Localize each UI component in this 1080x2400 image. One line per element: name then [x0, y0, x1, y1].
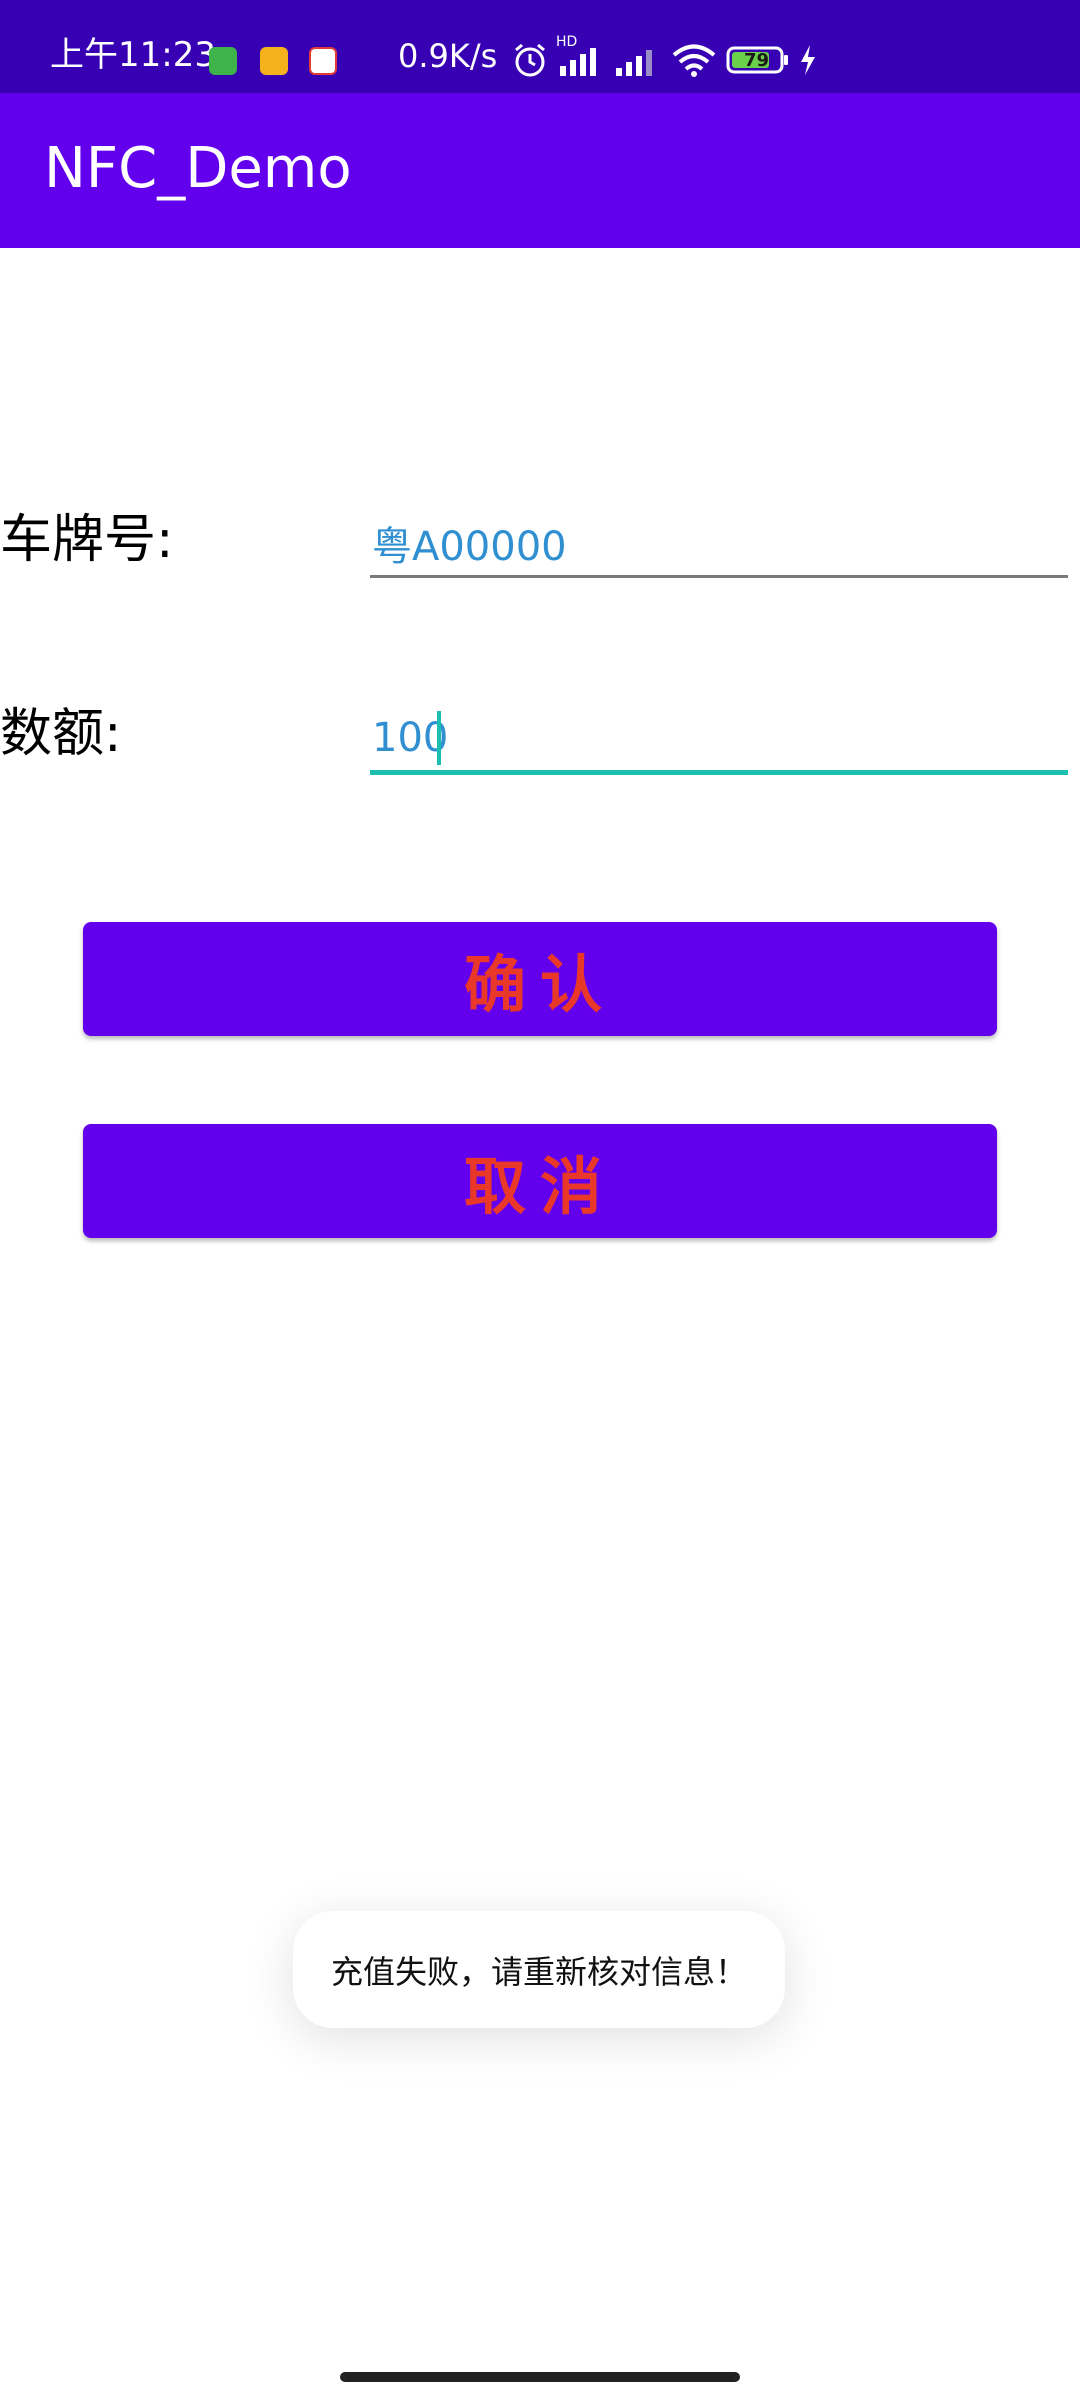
app-news-icon: [309, 47, 337, 75]
network-speed: 0.9K/s: [398, 37, 498, 75]
cancel-button[interactable]: 取消: [83, 1124, 997, 1238]
plate-underline: [370, 575, 1068, 578]
battery-icon: 79: [726, 45, 790, 75]
wifi-icon: [670, 42, 718, 78]
hd-tag: HD: [556, 34, 578, 50]
app-yellow-icon: [260, 47, 288, 75]
app-title: NFC_Demo: [44, 136, 352, 201]
app-bar: NFC_Demo: [0, 93, 1080, 248]
home-indicator[interactable]: [340, 2372, 740, 2382]
amount-underline: [370, 770, 1068, 775]
plate-label: 车牌号:: [0, 510, 174, 570]
amount-label: 数额:: [0, 704, 122, 764]
status-icons: HD 79: [512, 34, 818, 80]
plate-input[interactable]: [370, 508, 1072, 578]
text-cursor: [437, 711, 441, 765]
confirm-button[interactable]: 确认: [83, 922, 997, 1036]
toast-message: 充值失败，请重新核对信息！: [293, 1911, 785, 2028]
app-green-icon: [209, 47, 237, 75]
toast-text: 充值失败，请重新核对信息！: [330, 1952, 747, 1991]
battery-level: 79: [744, 50, 770, 71]
charging-icon: [798, 43, 818, 77]
amount-input[interactable]: [370, 703, 1072, 773]
signal-icon: HD: [556, 34, 606, 78]
alarm-icon: [512, 42, 548, 78]
status-bar: 上午11:23 0.9K/s HD 79: [0, 0, 1080, 93]
status-time: 上午11:23: [50, 35, 216, 75]
signal-icon-2: [614, 42, 662, 78]
